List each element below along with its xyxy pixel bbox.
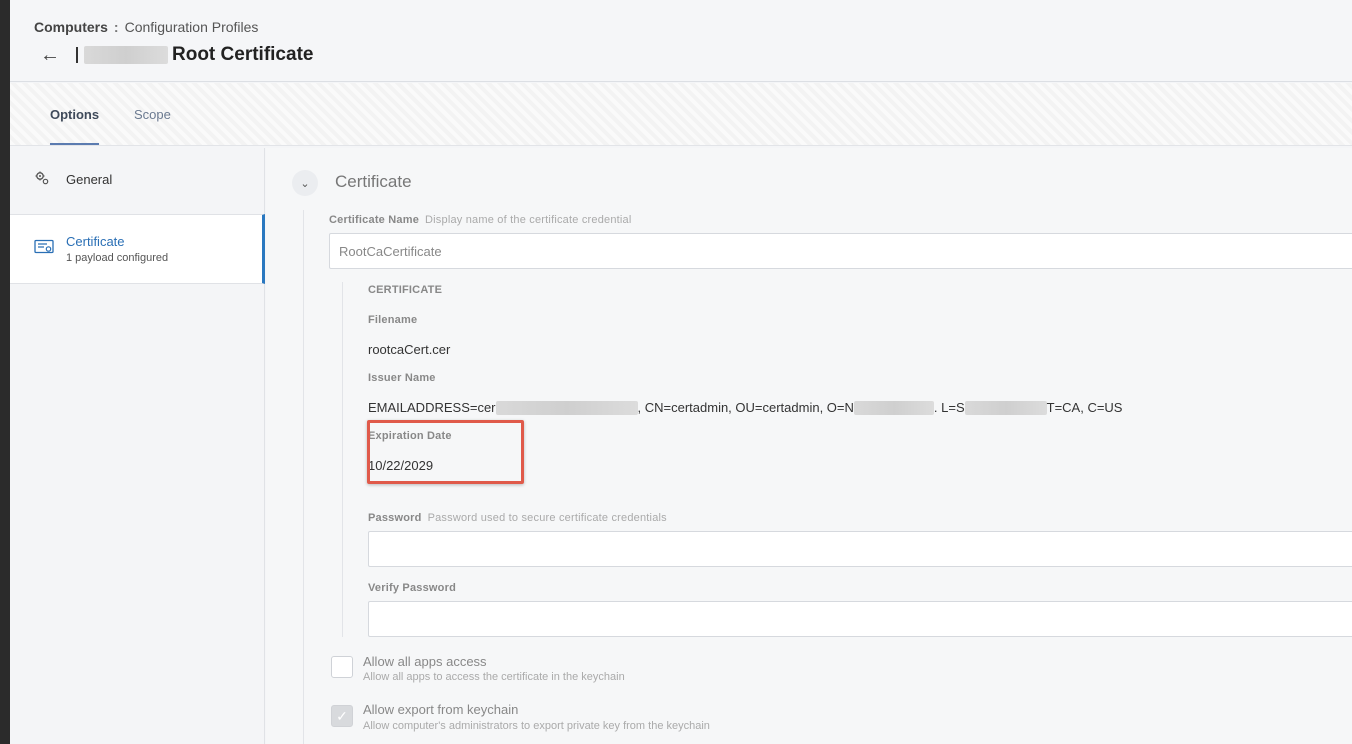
sidebar-item-label: Certificate bbox=[66, 234, 125, 249]
certificate-name-label-text: Certificate Name bbox=[329, 214, 420, 226]
allow-all-apps-checkbox[interactable] bbox=[331, 656, 353, 678]
page-title: Root Certificate bbox=[76, 44, 313, 66]
page-title-text: Root Certificate bbox=[172, 44, 314, 65]
allow-export-description: Allow computer's administrators to expor… bbox=[363, 720, 710, 732]
breadcrumb-computers[interactable]: Computers bbox=[34, 19, 108, 35]
checkmark-icon: ✓ bbox=[336, 707, 348, 724]
breadcrumb-separator: : bbox=[113, 19, 119, 35]
allow-all-apps-label: Allow all apps access bbox=[363, 654, 487, 669]
breadcrumb: Computers : Configuration Profiles bbox=[34, 19, 258, 35]
breadcrumb-configuration-profiles[interactable]: Configuration Profiles bbox=[125, 19, 259, 35]
redacted-text bbox=[495, 400, 638, 415]
certificate-name-input[interactable]: RootCaCertificate bbox=[329, 233, 1352, 269]
sidebar-item-sublabel: 1 payload configured bbox=[66, 252, 169, 264]
sidebar-item-certificate[interactable]: Certificate 1 payload configured bbox=[10, 214, 265, 284]
issuer-name-label: Issuer Name bbox=[368, 372, 436, 384]
allow-export-label: Allow export from keychain bbox=[363, 702, 519, 717]
issuer-part: T=CA, C=US bbox=[1046, 400, 1123, 415]
redacted-text bbox=[84, 46, 168, 64]
highlight-box bbox=[367, 420, 524, 484]
main-content: ⌄ Certificate Certificate Name Display na… bbox=[266, 148, 1352, 744]
issuer-part: EMAILADDRESS=cer bbox=[368, 400, 496, 415]
section-title: Certificate bbox=[335, 172, 412, 191]
verify-password-label: Verify Password bbox=[368, 582, 456, 594]
issuer-part: , CN=certadmin, OU=certadmin, O=N bbox=[637, 400, 854, 415]
password-label-text: Password bbox=[368, 512, 422, 524]
password-input[interactable] bbox=[368, 531, 1352, 567]
sidebar-item-general[interactable]: General bbox=[10, 165, 265, 215]
tab-scope[interactable]: Scope bbox=[134, 107, 171, 122]
certificate-name-label: Certificate Name Display name of the cert… bbox=[329, 214, 632, 226]
filename-value: rootcaCert.cer bbox=[368, 342, 451, 357]
app-window: Computers : Configuration Profiles ← Roo… bbox=[10, 0, 1352, 744]
active-tab-indicator bbox=[50, 143, 99, 145]
verify-password-input[interactable] bbox=[368, 601, 1352, 637]
certificate-name-hint: Display name of the certificate credenti… bbox=[425, 214, 632, 226]
section-divider bbox=[303, 210, 304, 744]
certificate-heading: CERTIFICATE bbox=[368, 284, 443, 296]
filename-label: Filename bbox=[368, 314, 418, 326]
password-label: Password Password used to secure certific… bbox=[368, 512, 667, 524]
sidebar: General Certificate 1 payload configured bbox=[10, 148, 265, 744]
page-header: Computers : Configuration Profiles ← Roo… bbox=[10, 0, 1352, 82]
back-arrow-icon[interactable]: ← bbox=[40, 44, 60, 67]
chevron-down-icon[interactable]: ⌄ bbox=[292, 170, 318, 196]
certificate-divider bbox=[342, 282, 343, 637]
tab-bar: Options Scope bbox=[10, 83, 1352, 146]
sidebar-item-label: General bbox=[66, 172, 113, 187]
certificate-icon bbox=[34, 239, 54, 259]
issuer-part: . L=S bbox=[933, 400, 965, 415]
password-hint: Password used to secure certificate cred… bbox=[427, 512, 667, 524]
issuer-name-value: EMAILADDRESS=cer , CN=certadmin, OU=cert… bbox=[368, 400, 1122, 415]
allow-export-checkbox[interactable]: ✓ bbox=[331, 705, 353, 727]
gears-icon bbox=[34, 170, 50, 190]
redacted-text bbox=[853, 400, 934, 415]
title-cursor bbox=[76, 47, 78, 63]
redacted-text bbox=[964, 400, 1047, 415]
allow-all-apps-description: Allow all apps to access the certificate… bbox=[363, 671, 625, 683]
tab-options[interactable]: Options bbox=[50, 107, 99, 122]
